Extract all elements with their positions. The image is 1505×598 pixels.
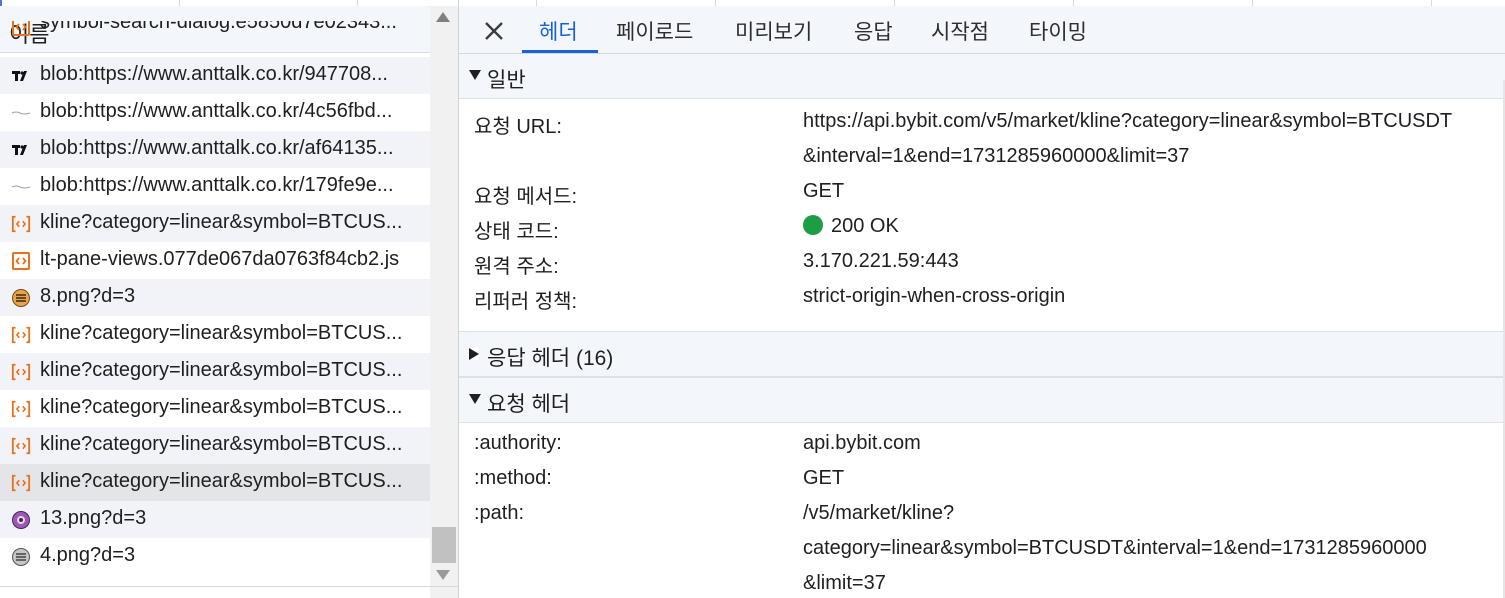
- collapse-triangle-icon: [469, 348, 479, 360]
- image-stack-icon: [11, 288, 31, 308]
- fetch-icon: [11, 214, 31, 234]
- method-header-label: :method:: [474, 467, 552, 489]
- close-icon[interactable]: [479, 16, 509, 46]
- request-headers-section-header[interactable]: 요청 헤더: [459, 377, 1505, 423]
- request-name: blob:https://www.anttalk.co.kr/4c56fbd..…: [40, 100, 393, 122]
- request-name: kline?category=linear&symbol=BTCUS...: [40, 211, 403, 233]
- scroll-up-arrow-icon[interactable]: [436, 12, 450, 22]
- path-header-label: :path:: [474, 502, 525, 524]
- request-row[interactable]: 4.png?d=3: [0, 538, 430, 575]
- authority-label: :authority:: [474, 432, 562, 454]
- script-icon: [11, 251, 31, 271]
- fetch-icon: [11, 325, 31, 345]
- request-list: symbol-search-dialog.e5850d7e02343... blo…: [0, 21, 430, 575]
- request-name: kline?category=linear&symbol=BTCUS...: [40, 470, 403, 492]
- referrer-policy-label: 리퍼러 정책:: [474, 291, 578, 313]
- tradingview-icon: [11, 66, 31, 86]
- scroll-down-arrow-icon[interactable]: [436, 570, 450, 580]
- request-row[interactable]: blob:https://www.anttalk.co.kr/4c56fbd..…: [0, 94, 430, 131]
- image-gray-icon: [11, 547, 31, 567]
- tab-preview[interactable]: 미리보기: [735, 16, 812, 46]
- expand-triangle-icon: [469, 70, 481, 80]
- tab-initiator[interactable]: 시작점: [931, 16, 989, 46]
- request-method-value: GET: [803, 180, 845, 202]
- status-code-text: 200 OK: [831, 215, 899, 237]
- request-url-value-cont: &interval=1&end=1731285960000&limit=37: [803, 145, 1190, 167]
- request-row[interactable]: kline?category=linear&symbol=BTCUS...: [0, 353, 430, 390]
- line-icon: [11, 177, 31, 197]
- fetch-icon: [11, 436, 31, 456]
- request-name: kline?category=linear&symbol=BTCUS...: [40, 322, 403, 344]
- request-row[interactable]: kline?category=linear&symbol=BTCUS...: [0, 464, 430, 501]
- remote-address-value: 3.170.221.59:443: [803, 250, 959, 272]
- remote-address-label: 원격 주소:: [474, 256, 559, 278]
- request-name: 4.png?d=3: [40, 544, 136, 566]
- request-row[interactable]: kline?category=linear&symbol=BTCUS...: [0, 427, 430, 464]
- request-name: kline?category=linear&symbol=BTCUS...: [40, 433, 403, 455]
- tab-response[interactable]: 응답: [854, 16, 893, 46]
- request-name: lt-pane-views.077de067da0763f84cb2.js: [40, 248, 400, 270]
- request-row[interactable]: kline?category=linear&symbol=BTCUS...: [0, 390, 430, 427]
- response-headers-section-header[interactable]: 응답 헤더 (16): [459, 331, 1505, 377]
- request-name: blob:https://www.anttalk.co.kr/179fe9e..…: [40, 174, 394, 196]
- active-tab-indicator: [522, 50, 598, 53]
- request-name: blob:https://www.anttalk.co.kr/947708...: [40, 63, 388, 85]
- fetch-icon: [11, 399, 31, 419]
- response-headers-title: 응답 헤더 (16): [487, 347, 614, 370]
- request-details-panel: 헤더 페이로드 미리보기 응답 시작점 타이밍 일반 요청 URL: https…: [459, 6, 1505, 598]
- path-header-value-cont: &limit=37: [803, 572, 886, 594]
- status-code-label: 상태 코드:: [474, 221, 559, 243]
- expand-triangle-icon: [469, 394, 481, 404]
- request-row[interactable]: blob:https://www.anttalk.co.kr/947708...: [0, 57, 430, 94]
- tradingview-icon: [11, 140, 31, 160]
- status-code-value: 200 OK: [803, 215, 899, 238]
- image-circle-icon: [11, 510, 31, 530]
- status-ok-icon: [803, 215, 823, 235]
- request-row[interactable]: blob:https://www.anttalk.co.kr/af64135..…: [0, 131, 430, 168]
- request-row[interactable]: kline?category=linear&symbol=BTCUS...: [0, 205, 430, 242]
- request-method-label: 요청 메서드:: [474, 186, 578, 208]
- authority-value: api.bybit.com: [803, 432, 921, 454]
- details-tab-bar: 헤더 페이로드 미리보기 응답 시작점 타이밍: [459, 6, 1505, 54]
- path-header-value: /v5/market/kline?: [803, 502, 955, 524]
- request-row[interactable]: symbol-search-dialog.e5850d7e02343...: [0, 21, 430, 57]
- request-row[interactable]: kline?category=linear&symbol=BTCUS...: [0, 316, 430, 353]
- method-header-value: GET: [803, 467, 845, 489]
- divider: [0, 586, 458, 587]
- fetch-icon: [11, 473, 31, 493]
- request-list-scrollbar[interactable]: [430, 6, 458, 598]
- request-name: kline?category=linear&symbol=BTCUS...: [40, 396, 403, 418]
- script-icon: [11, 21, 31, 37]
- request-row[interactable]: 13.png?d=3: [0, 501, 430, 538]
- request-name: symbol-search-dialog.e5850d7e02343...: [40, 21, 397, 33]
- request-name: 13.png?d=3: [40, 507, 147, 529]
- request-name: 8.png?d=3: [40, 285, 136, 307]
- referrer-policy-value: strict-origin-when-cross-origin: [803, 285, 1066, 307]
- request-row[interactable]: lt-pane-views.077de067da0763f84cb2.js: [0, 242, 430, 279]
- tab-headers[interactable]: 헤더: [539, 16, 578, 46]
- request-name: blob:https://www.anttalk.co.kr/af64135..…: [40, 137, 394, 159]
- request-name: kline?category=linear&symbol=BTCUS...: [40, 359, 403, 381]
- line-icon: [11, 103, 31, 123]
- request-list-panel: 이름 symbol-search-dialog.e5850d7e02343...…: [0, 6, 458, 598]
- request-row[interactable]: blob:https://www.anttalk.co.kr/179fe9e..…: [0, 168, 430, 205]
- path-header-value-cont: category=linear&symbol=BTCUSDT&interval=…: [803, 537, 1427, 559]
- request-url-label: 요청 URL:: [474, 116, 562, 138]
- general-section-title: 일반: [487, 69, 526, 92]
- request-url-value: https://api.bybit.com/v5/market/kline?ca…: [803, 110, 1453, 132]
- scroll-thumb[interactable]: [432, 527, 456, 563]
- tab-payload[interactable]: 페이로드: [616, 16, 693, 46]
- fetch-icon: [11, 362, 31, 382]
- request-row[interactable]: 8.png?d=3: [0, 279, 430, 316]
- request-headers-title: 요청 헤더: [487, 393, 571, 416]
- general-section-header[interactable]: 일반: [459, 54, 1505, 99]
- tab-timing[interactable]: 타이밍: [1029, 16, 1087, 46]
